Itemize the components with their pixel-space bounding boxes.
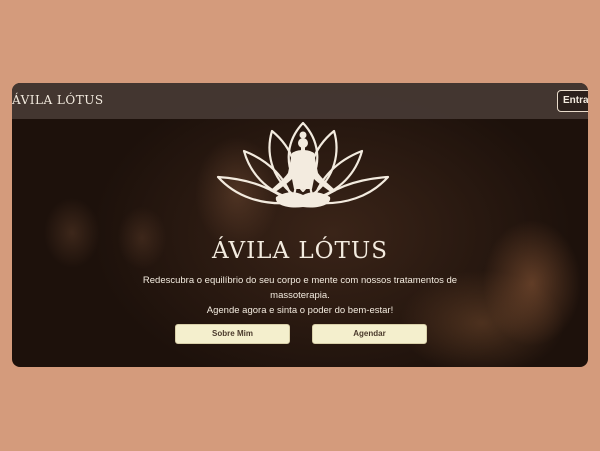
hero-description: Redescubra o equilíbrio do seu corpo e m… xyxy=(130,273,470,318)
lotus-meditation-icon xyxy=(216,121,390,208)
hero-title: ÁVILA LÓTUS xyxy=(212,238,388,264)
login-button[interactable]: Entrar xyxy=(557,90,588,112)
brand-logo-text[interactable]: ÁVILA LÓTUS xyxy=(12,93,104,107)
schedule-button[interactable]: Agendar xyxy=(312,324,427,344)
about-me-button[interactable]: Sobre Mim xyxy=(175,324,290,344)
hero-description-line-1: Redescubra o equilíbrio do seu corpo e m… xyxy=(142,275,458,301)
hero-description-line-2: Agende agora e sinta o poder do bem-esta… xyxy=(206,305,394,316)
app-window: ÁVILA LÓTUS Entrar ÁVILA LÓTUS Redescubr… xyxy=(12,83,588,367)
